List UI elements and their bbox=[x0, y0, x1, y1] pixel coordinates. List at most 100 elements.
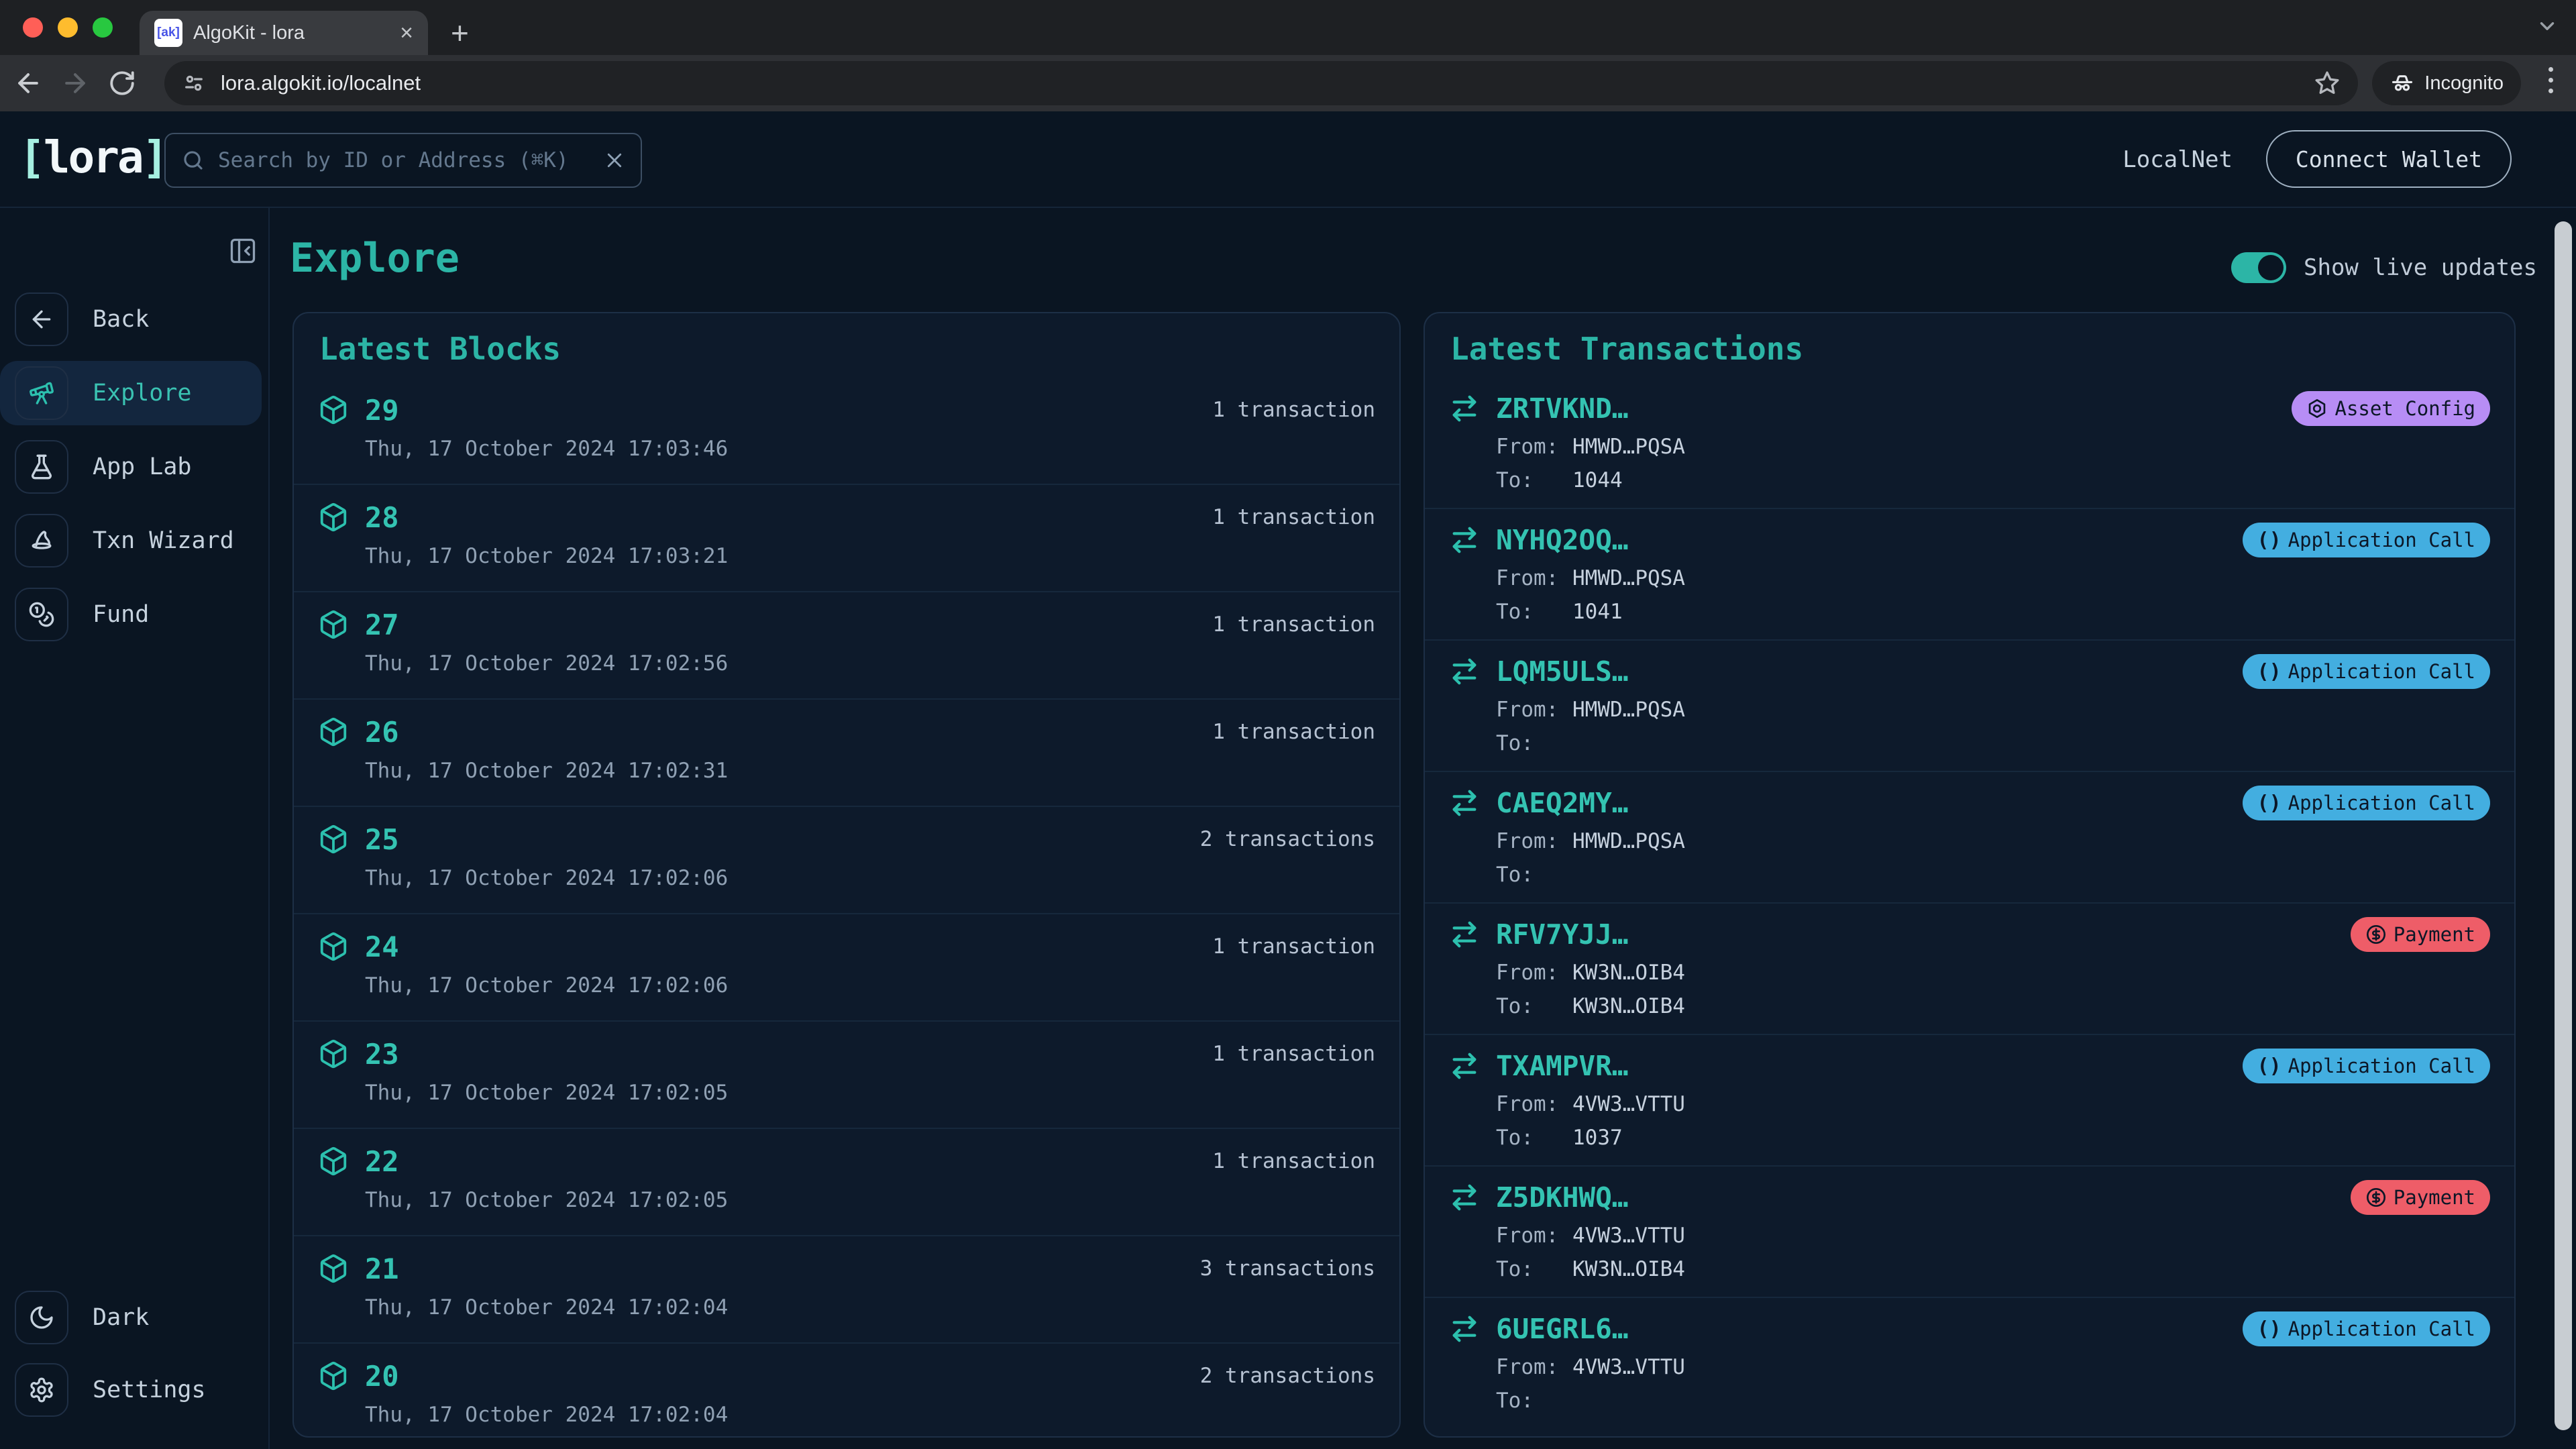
bookmark-star-icon[interactable] bbox=[2314, 70, 2341, 97]
txn-type-label: Payment bbox=[2393, 923, 2475, 946]
to-label: To: bbox=[1496, 863, 1534, 887]
to-address[interactable]: KW3N…OIB4 bbox=[1572, 994, 1685, 1018]
block-row: 26 1 transaction Thu, 17 October 2024 17… bbox=[294, 698, 1399, 806]
block-number-link[interactable]: 27 bbox=[365, 608, 399, 641]
block-number-link[interactable]: 25 bbox=[365, 823, 399, 856]
transaction-id-link[interactable]: 6UEGRL6… bbox=[1496, 1313, 1628, 1345]
from-address[interactable]: KW3N…OIB4 bbox=[1572, 961, 1685, 985]
block-transaction-count: 2 transactions bbox=[1199, 827, 1375, 851]
live-updates-toggle[interactable] bbox=[2231, 252, 2286, 283]
txn-type-badge: () Payment bbox=[2350, 1180, 2490, 1215]
gear-icon bbox=[15, 1363, 68, 1417]
connect-wallet-button[interactable]: Connect Wallet bbox=[2265, 130, 2512, 188]
block-number-link[interactable]: 28 bbox=[365, 501, 399, 534]
from-address[interactable]: HMWD…PQSA bbox=[1572, 566, 1685, 590]
block-row: 20 2 transactions Thu, 17 October 2024 1… bbox=[294, 1342, 1399, 1436]
sidebar-nav: Back Explore App Lab Txn Wizard Fund bbox=[0, 287, 268, 647]
txn-type-badge: () Application Call bbox=[2242, 786, 2490, 820]
block-number-link[interactable]: 22 bbox=[365, 1145, 399, 1178]
block-timestamp: Thu, 17 October 2024 17:03:21 bbox=[365, 544, 729, 568]
window-controls[interactable] bbox=[23, 17, 113, 38]
transaction-id-link[interactable]: Z5DKHWQ… bbox=[1496, 1181, 1628, 1214]
transaction-id-link[interactable]: NYHQ2OQ… bbox=[1496, 524, 1628, 556]
block-transaction-count: 1 transaction bbox=[1212, 934, 1375, 959]
sidebar-item-label: Back bbox=[93, 306, 150, 333]
transaction-id-link[interactable]: TXAMPVR… bbox=[1496, 1050, 1628, 1082]
transaction-id-link[interactable]: CAEQ2MY… bbox=[1496, 787, 1628, 819]
browser-tab[interactable]: [ak] AlgoKit - lora × bbox=[140, 11, 428, 55]
transaction-row: Z5DKHWQ… () Payment From: 4VW3…VTTU To: … bbox=[1425, 1165, 2514, 1297]
main-content: Explore Show live updates Latest Blocks … bbox=[270, 208, 2576, 1449]
txn-type-badge: () Application Call bbox=[2242, 1049, 2490, 1083]
block-cube-icon bbox=[318, 394, 349, 425]
to-label: To: bbox=[1496, 731, 1534, 755]
to-label: To: bbox=[1496, 1126, 1534, 1150]
block-transaction-count: 2 transactions bbox=[1199, 1364, 1375, 1388]
from-label: From: bbox=[1496, 698, 1559, 722]
chevron-down-icon[interactable] bbox=[2536, 15, 2559, 38]
transaction-swap-icon bbox=[1449, 393, 1480, 424]
to-address[interactable]: 1044 bbox=[1572, 468, 1623, 492]
sidebar-footer: Dark Settings bbox=[0, 1285, 268, 1422]
block-timestamp: Thu, 17 October 2024 17:02:05 bbox=[365, 1081, 729, 1105]
block-transaction-count: 1 transaction bbox=[1212, 1149, 1375, 1173]
lora-logo[interactable]: [lora] bbox=[19, 131, 168, 183]
transaction-row: CAEQ2MY… () Application Call From: HMWD…… bbox=[1425, 771, 2514, 902]
to-label: To: bbox=[1496, 468, 1534, 492]
transaction-row: NYHQ2OQ… () Application Call From: HMWD…… bbox=[1425, 508, 2514, 639]
block-row: 24 1 transaction Thu, 17 October 2024 17… bbox=[294, 913, 1399, 1020]
url-text[interactable]: lora.algokit.io/localnet bbox=[221, 71, 2299, 95]
block-row: 25 2 transactions Thu, 17 October 2024 1… bbox=[294, 806, 1399, 913]
search-box[interactable] bbox=[164, 133, 642, 188]
block-transaction-count: 1 transaction bbox=[1212, 612, 1375, 637]
block-timestamp: Thu, 17 October 2024 17:02:04 bbox=[365, 1403, 729, 1427]
sidebar-item-label: Fund bbox=[93, 601, 150, 628]
to-address[interactable]: 1037 bbox=[1572, 1126, 1623, 1150]
maximize-window-button[interactable] bbox=[93, 17, 113, 38]
sidebar-item-theme-toggle[interactable]: Dark bbox=[0, 1285, 268, 1350]
reload-button[interactable] bbox=[103, 64, 141, 102]
to-address[interactable]: KW3N…OIB4 bbox=[1572, 1257, 1685, 1281]
sidebar-item-fund[interactable]: Fund bbox=[0, 582, 268, 647]
block-number-link[interactable]: 20 bbox=[365, 1360, 399, 1393]
to-address[interactable]: 1041 bbox=[1572, 600, 1623, 624]
from-address[interactable]: HMWD…PQSA bbox=[1572, 435, 1685, 459]
sidebar-item-app-lab[interactable]: App Lab bbox=[0, 435, 268, 499]
minimize-window-button[interactable] bbox=[58, 17, 78, 38]
close-window-button[interactable] bbox=[23, 17, 43, 38]
browser-menu-icon[interactable] bbox=[2544, 67, 2557, 93]
search-input[interactable] bbox=[218, 148, 591, 172]
from-address[interactable]: 4VW3…VTTU bbox=[1572, 1092, 1685, 1116]
sidebar-item-settings[interactable]: Settings bbox=[0, 1358, 268, 1422]
sidebar-item-explore[interactable]: Explore bbox=[0, 361, 262, 425]
from-address[interactable]: HMWD…PQSA bbox=[1572, 829, 1685, 853]
transaction-swap-icon bbox=[1449, 919, 1480, 950]
transaction-id-link[interactable]: LQM5ULS… bbox=[1496, 655, 1628, 688]
block-row: 22 1 transaction Thu, 17 October 2024 17… bbox=[294, 1128, 1399, 1235]
new-tab-button[interactable]: + bbox=[451, 15, 469, 51]
sidebar-item-back[interactable]: Back bbox=[0, 287, 268, 352]
forward-button[interactable] bbox=[56, 64, 94, 102]
from-address[interactable]: 4VW3…VTTU bbox=[1572, 1224, 1685, 1248]
block-number-link[interactable]: 24 bbox=[365, 930, 399, 963]
block-number-link[interactable]: 29 bbox=[365, 394, 399, 427]
moon-icon bbox=[15, 1291, 68, 1344]
from-address[interactable]: 4VW3…VTTU bbox=[1572, 1355, 1685, 1379]
block-number-link[interactable]: 26 bbox=[365, 716, 399, 749]
from-address[interactable]: HMWD…PQSA bbox=[1572, 698, 1685, 722]
address-bar[interactable]: lora.algokit.io/localnet bbox=[164, 61, 2358, 105]
site-settings-icon[interactable] bbox=[182, 71, 206, 95]
block-number-link[interactable]: 21 bbox=[365, 1252, 399, 1285]
sidebar-item-label: Settings bbox=[93, 1377, 206, 1403]
back-button[interactable] bbox=[9, 64, 47, 102]
collapse-sidebar-icon[interactable] bbox=[228, 236, 258, 266]
clear-search-icon[interactable] bbox=[604, 150, 625, 170]
page-scrollbar[interactable] bbox=[2555, 221, 2572, 1430]
transaction-id-link[interactable]: ZRTVKND… bbox=[1496, 392, 1628, 425]
network-select[interactable]: LocalNet bbox=[2123, 146, 2233, 173]
block-number-link[interactable]: 23 bbox=[365, 1038, 399, 1071]
sidebar-item-txn-wizard[interactable]: Txn Wizard bbox=[0, 508, 268, 573]
transaction-id-link[interactable]: RFV7YJJ… bbox=[1496, 918, 1628, 951]
block-timestamp: Thu, 17 October 2024 17:02:06 bbox=[365, 866, 729, 890]
tab-close-icon[interactable]: × bbox=[400, 21, 413, 44]
